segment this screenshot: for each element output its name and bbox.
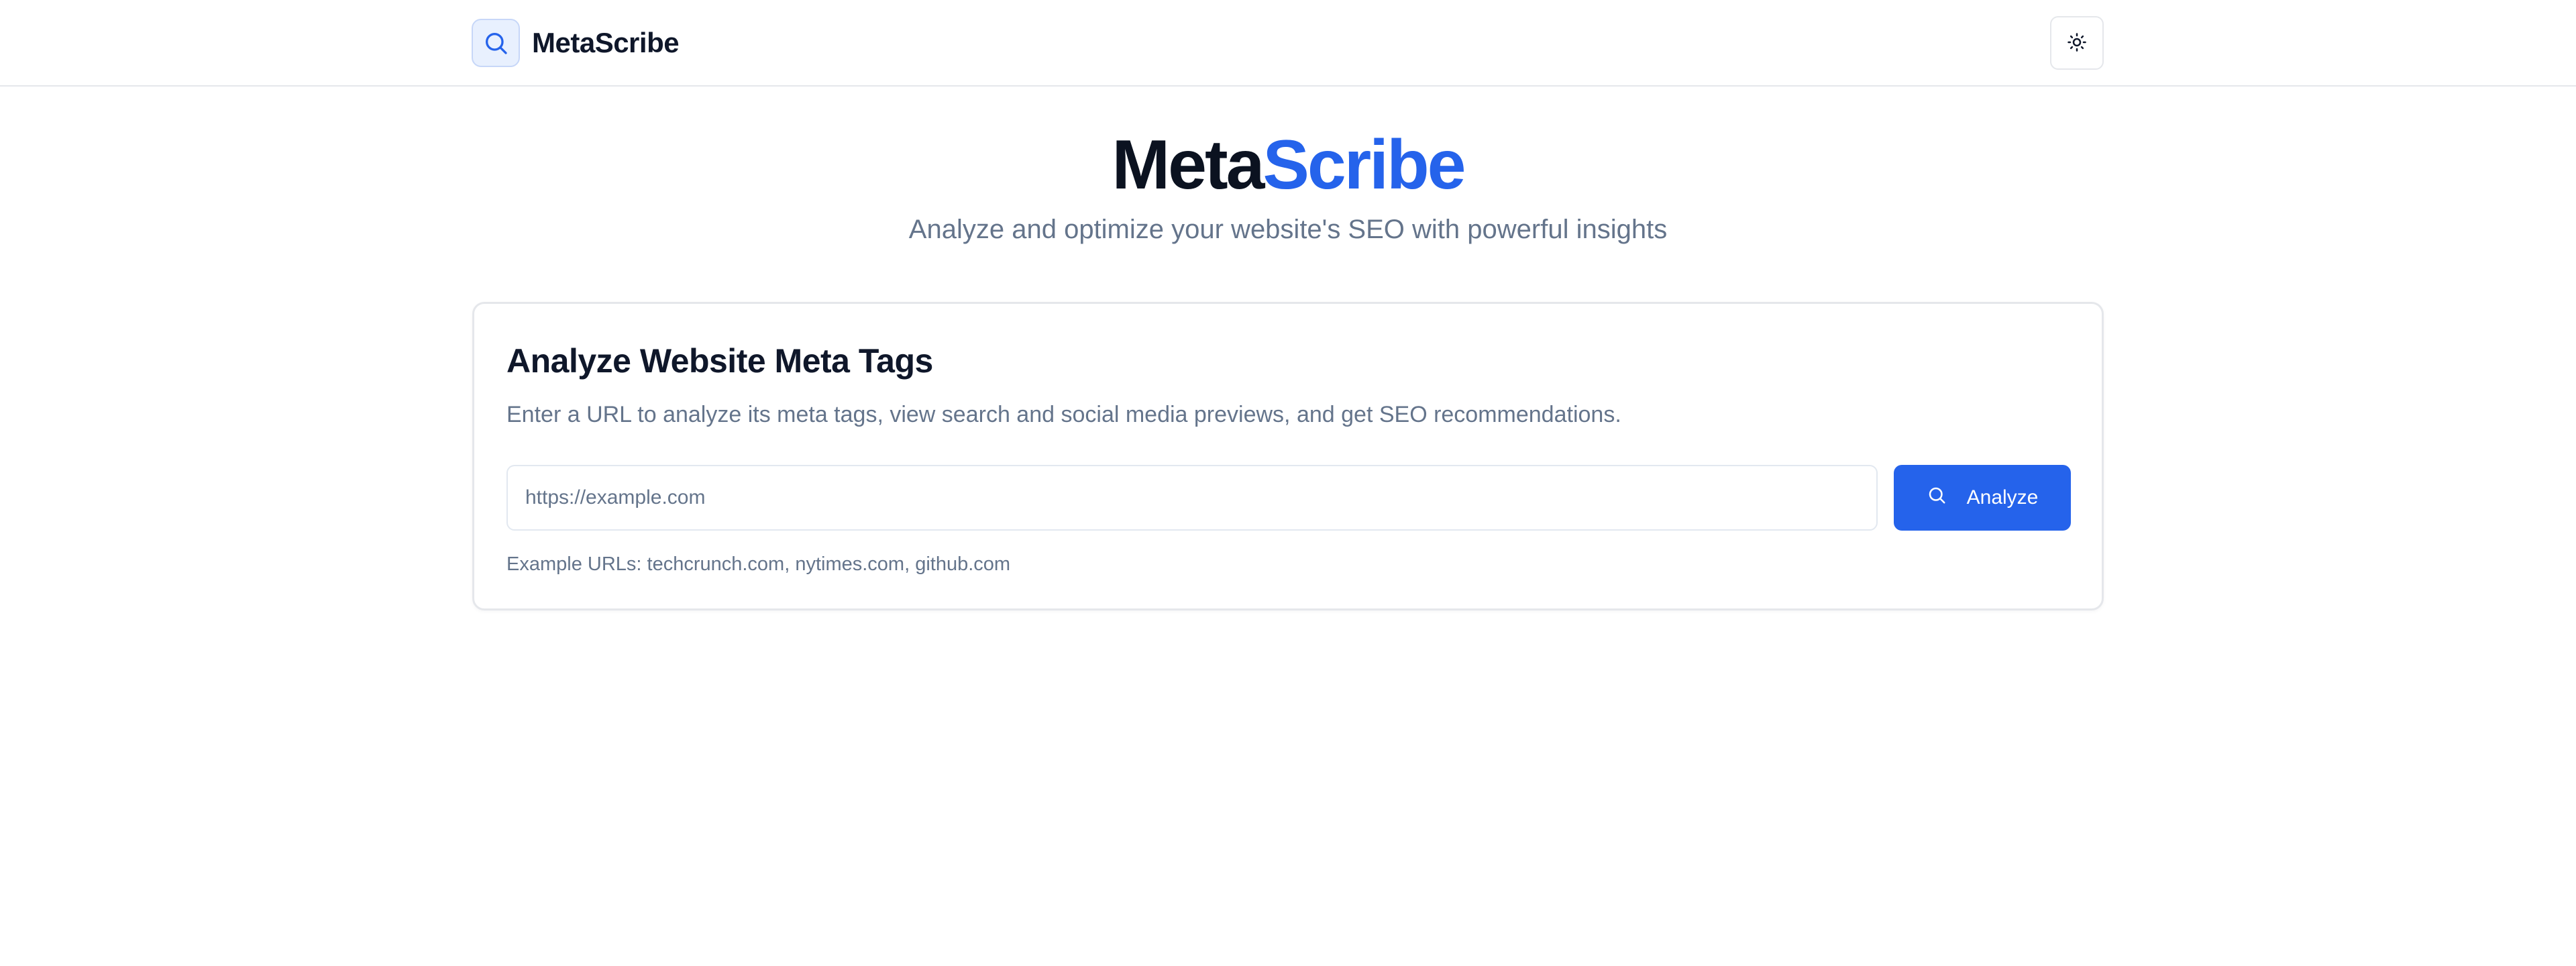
url-input[interactable] xyxy=(506,465,1878,531)
search-icon xyxy=(472,19,520,67)
card-title: Analyze Website Meta Tags xyxy=(506,342,933,380)
hero-title: MetaScribe xyxy=(0,125,2576,205)
theme-toggle-button[interactable] xyxy=(2050,16,2104,70)
hero-title-scribe: Scribe xyxy=(1263,126,1466,204)
brand[interactable]: MetaScribe xyxy=(472,19,680,67)
analyze-button[interactable]: Analyze xyxy=(1894,465,2071,531)
hero-title-meta: Meta xyxy=(1112,126,1265,204)
analyze-button-label: Analyze xyxy=(1966,486,2039,508)
top-navbar: MetaScribe xyxy=(0,0,2576,87)
card-description: Enter a URL to analyze its meta tags, vi… xyxy=(506,402,1621,427)
sun-icon xyxy=(2067,32,2087,54)
brand-name: MetaScribe xyxy=(532,27,680,58)
example-urls: Example URLs: techcrunch.com, nytimes.co… xyxy=(506,553,1011,575)
analyze-card: Analyze Website Meta Tags Enter a URL to… xyxy=(472,302,2104,610)
hero-subtitle: Analyze and optimize your website's SEO … xyxy=(908,215,1668,244)
search-icon xyxy=(1927,485,1947,511)
